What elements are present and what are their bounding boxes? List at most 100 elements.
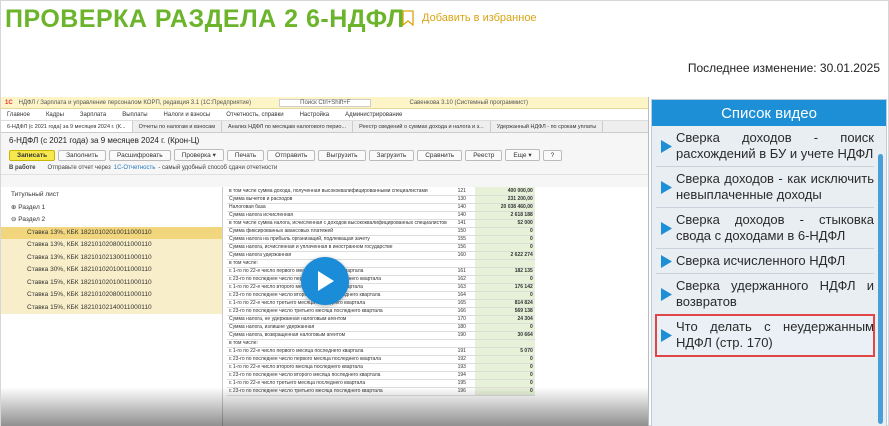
toolbar-button: Выгрузить: [318, 149, 366, 161]
search-field: Поиск Ctrl+Shift+F: [279, 98, 372, 107]
play-arrow-icon: [656, 180, 676, 194]
grid-cell: 140: [448, 203, 475, 212]
grid-row: с 1-го по 22-е число третьего месяца пос…: [227, 299, 535, 308]
grid-row: с 1-го по 22-е число второго месяца посл…: [227, 283, 535, 292]
grid-cell: 162: [448, 275, 475, 284]
grid-cell: Сумма фиксированных авансовых платежей: [227, 227, 449, 236]
status-link: 1С-Отчетность: [113, 165, 156, 171]
tree-item: Титульный лист: [11, 191, 60, 198]
play-button[interactable]: [301, 257, 349, 305]
grid-cell: 180: [448, 323, 475, 332]
grid-cell: 0: [474, 323, 535, 332]
page-title: ПРОВЕРКА РАЗДЕЛА 2 6-НДФЛ: [5, 5, 405, 33]
video-list-item[interactable]: Сверка исчисленного НДФЛ: [656, 249, 874, 274]
grid-row: в том числе сумма дохода, полученная выс…: [227, 187, 535, 196]
grid-cell: 182 135: [474, 267, 535, 276]
grid-row: Сумма налога, возвращенная налоговым аге…: [227, 331, 535, 340]
grid-cell: 0: [474, 235, 535, 244]
toolbar-button: Записать: [9, 149, 56, 161]
add-favorite-link[interactable]: Добавить в избранное: [402, 10, 537, 26]
video-list-item-label: Сверка исчисленного НДФЛ: [676, 253, 846, 268]
tree-item: Ставка 15%, КБК 18210102080011000110: [1, 289, 222, 302]
grid-cell: 814 824: [474, 299, 535, 308]
grid-row: Сумма налога на прибыль организаций, под…: [227, 235, 535, 244]
grid-cell: [474, 339, 535, 348]
video-controls-shade: [1, 387, 648, 426]
app-title: НДФЛ / Зарплата и управление персоналом …: [18, 99, 252, 106]
app-tab: Удержанный НДФЛ - по срокам уплаты: [491, 121, 604, 132]
menu-item: Зарплата: [79, 111, 107, 118]
video-list-item[interactable]: Сверка доходов - стыковка свода с дохода…: [656, 208, 874, 249]
grid-row: Сумма фиксированных авансовых платежей 15…: [227, 227, 535, 236]
grid-cell: 400 000,00: [474, 187, 535, 196]
video-list-item[interactable]: Что делать с неудержанным НДФЛ (стр. 170…: [655, 314, 875, 357]
grid-row: Сумма налога, не удержанная налоговым аг…: [227, 315, 535, 324]
grid-row: с 23-го по последнее число первого месяц…: [227, 275, 535, 284]
grid-cell: 161: [448, 267, 475, 276]
grid-row: с 1-го по 22-е число третьего месяца пос…: [227, 379, 535, 388]
last-updated: Последнее изменение: 30.01.2025: [687, 61, 880, 75]
menu-item: Настройка: [299, 111, 330, 118]
toolbar-button: Проверка ▾: [173, 149, 224, 161]
grid-row: с 23-го по последнее число второго месяц…: [227, 291, 535, 300]
grid-row: в том числе:: [227, 259, 535, 268]
video-player[interactable]: 1С НДФЛ / Зарплата и управление персонал…: [1, 97, 649, 426]
grid-cell: 0: [474, 355, 535, 364]
grid-cell: Сумма налога, исчисленная и уплаченная в…: [227, 243, 449, 252]
menu-item: Выплаты: [122, 111, 148, 118]
toolbar-button: Расшифровать: [109, 149, 171, 161]
menu-item: Кадры: [45, 111, 64, 118]
play-icon: [318, 271, 334, 291]
grid-cell: 569 138: [474, 307, 535, 316]
grid-cell: 20 038 460,00: [474, 203, 535, 212]
grid-cell: 190: [448, 331, 475, 340]
grid-row: с 23-го по последнее число второго месяц…: [227, 371, 535, 380]
grid-cell: 166: [448, 307, 475, 316]
grid-row: Сумма налога, исчисленная и уплаченная в…: [227, 243, 535, 252]
grid-cell: 150: [448, 227, 475, 236]
grid-cell: с 23-го по последнее число первого месяц…: [227, 355, 449, 364]
app-tabs: 6-НДФЛ (с 2021 года) за 9 месяцев 2024 г…: [1, 121, 648, 133]
grid-cell: 155: [448, 235, 475, 244]
1c-logo: 1С: [5, 99, 13, 106]
menu-item: Главное: [7, 111, 30, 118]
grid-row: Сумма вычетов и расходов 130 231 200,00: [227, 195, 535, 204]
current-user: Савенкова 3.10 (Системный программист): [409, 99, 529, 106]
menu-item: Налоги и взносы: [163, 111, 211, 118]
app-tab: Отчеты по налогам и взносам: [133, 121, 223, 132]
video-list-scrollbar[interactable]: [878, 154, 883, 424]
video-list-item-label: Сверка доходов - стыковка свода с дохода…: [676, 212, 874, 243]
grid-row: с 1-го по 22-е число второго месяца посл…: [227, 363, 535, 372]
status-tail: - самый удобный способ сдачи отчетности: [158, 165, 278, 171]
grid-cell: 192: [448, 355, 475, 364]
grid-cell: 0: [474, 227, 535, 236]
play-arrow-icon: [656, 287, 676, 301]
grid-cell: 0: [474, 363, 535, 372]
video-list-item[interactable]: Сверка доходов - поиск расхождений в БУ …: [656, 126, 874, 167]
grid-cell: с 23-го по последнее число третьего меся…: [227, 307, 449, 316]
grid-cell: с 1-го по 22-е число третьего месяца пос…: [227, 379, 449, 388]
status-text: Отправьте отчет через: [47, 165, 111, 171]
video-list-item-label: Сверка удержанного НДФЛ и возвратов: [676, 278, 874, 309]
grid-cell: 164: [448, 291, 475, 300]
add-favorite-label: Добавить в избранное: [422, 12, 537, 24]
tree-item: Ставка 30%, КБК 18210102010011000110: [1, 264, 222, 277]
grid-row: Сумма налога удержанная 160 2 622 274: [227, 251, 535, 260]
grid-cell: 121: [448, 187, 475, 196]
video-list-item-label: Сверка доходов - поиск расхождений в БУ …: [676, 130, 874, 161]
grid-cell: 0: [474, 275, 535, 284]
tree-item: Ставка 15%, КБК 18210102140011000110: [1, 301, 222, 314]
grid-cell: 195: [448, 379, 475, 388]
page: ПРОВЕРКА РАЗДЕЛА 2 6-НДФЛ Добавить в изб…: [0, 0, 889, 426]
grid-cell: Сумма налога на прибыль организаций, под…: [227, 235, 449, 244]
grid-cell: 231 200,00: [474, 195, 535, 204]
toolbar-button: Заполнить: [58, 149, 107, 161]
app-tab: Анализ НДФЛ по месяцам налогового перио.…: [222, 121, 354, 132]
video-list-item[interactable]: Сверка доходов - как исключить невыплаче…: [656, 167, 874, 208]
video-list-item[interactable]: Сверка удержанного НДФЛ и возвратов: [656, 274, 874, 315]
doc-toolbar: Записать Заполнить Расшифровать Проверка ▾ П…: [1, 148, 648, 162]
grid-cell: 5 070: [474, 347, 535, 356]
grid-cell: Сумма налога, возвращенная налоговым аге…: [227, 331, 449, 340]
grid-cell: 0: [474, 291, 535, 300]
grid-row: с 23-го по последнее число первого месяц…: [227, 355, 535, 364]
